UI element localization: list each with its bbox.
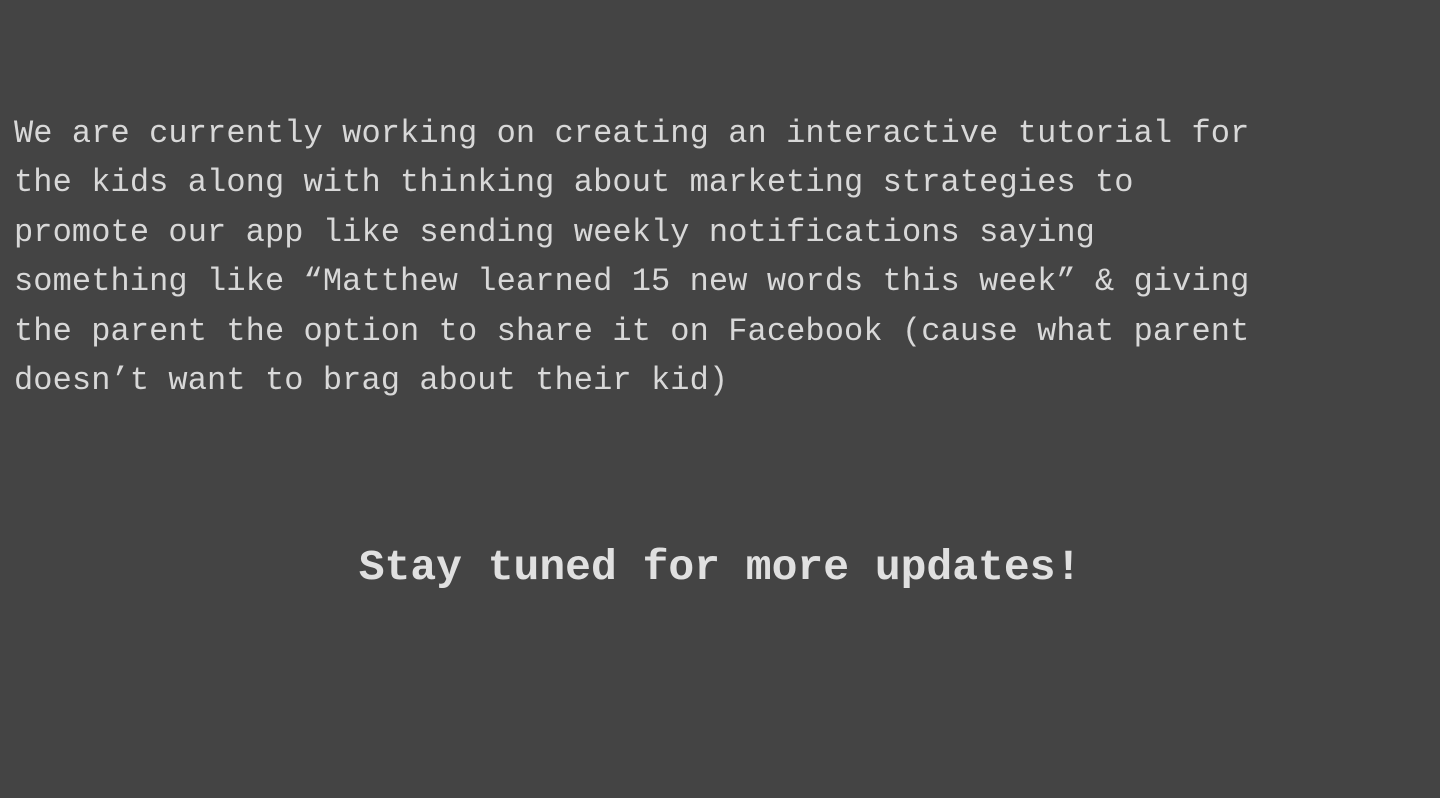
stay-tuned-heading: Stay tuned for more updates! <box>358 543 1082 592</box>
paragraph-line-2: the kids along with thinking about marke… <box>14 164 1134 202</box>
paragraph-line-5: the parent the option to share it on Fac… <box>14 312 1250 350</box>
update-paragraph: We are currently working on creating an … <box>14 109 1424 405</box>
paragraph-line-4: something like “Matthew learned 15 new w… <box>14 263 1250 301</box>
paragraph-line-1: We are currently working on creating an … <box>14 115 1250 152</box>
update-paragraph-section: We are currently working on creating an … <box>14 109 1424 405</box>
paragraph-line-3: promote our app like sending weekly noti… <box>14 213 1095 251</box>
paragraph-line-6: doesn’t want to brag about their kid) <box>14 362 729 400</box>
